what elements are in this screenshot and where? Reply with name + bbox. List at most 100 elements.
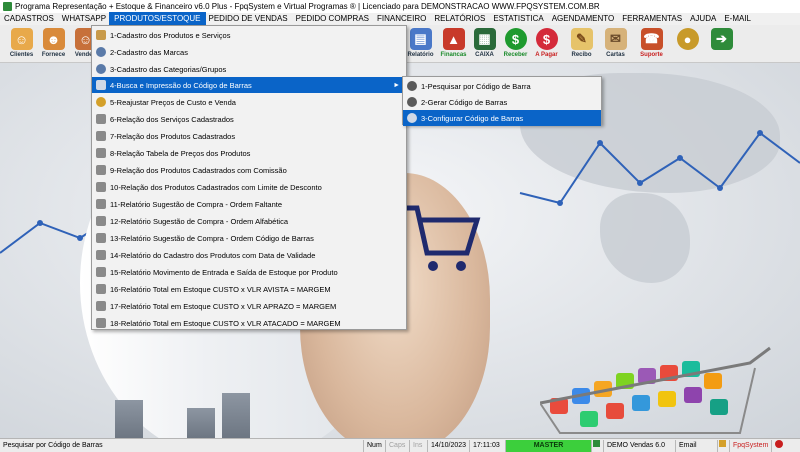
status-num: Num — [364, 439, 386, 452]
menu-item-data-validade[interactable]: 14-Relatório do Cadastro dos Produtos co… — [92, 247, 406, 263]
caixa-button[interactable]: ▦ CAIXA — [469, 25, 500, 61]
status-ins: Ins — [410, 439, 428, 452]
status-time: 17:11:03 — [470, 439, 506, 452]
menu-item-relacao-produtos[interactable]: 7-Relação dos Produtos Cadastrados — [92, 128, 406, 144]
menu-item-label: 10-Relação dos Produtos Cadastrados com … — [110, 182, 322, 192]
menu-item-limite-desconto[interactable]: 10-Relação dos Produtos Cadastrados com … — [92, 179, 406, 195]
menu-item-movimento-estoque[interactable]: 15-Relatório Movimento de Entrada e Saíd… — [92, 264, 406, 280]
letters-icon: ✉ — [604, 28, 627, 50]
pay-money-icon: $ — [535, 28, 558, 50]
menu-item-sugestao-codigo-barras[interactable]: 13-Relatório Sugestão de Compra - Ordem … — [92, 230, 406, 246]
clientes-label: Clientes — [9, 52, 34, 58]
report-icon: ▤ — [409, 28, 432, 50]
recibo-label: Recibo — [571, 52, 592, 58]
fornece-label: Fornece — [41, 52, 66, 58]
menu-item-label: 14-Relatório do Cadastro dos Produtos co… — [110, 250, 316, 260]
suporte-label: Suporte — [640, 52, 663, 58]
relatorio-label: Relatório — [407, 52, 434, 58]
receber-button[interactable]: $ Receber — [500, 25, 531, 61]
menu-pedido-compras[interactable]: PEDIDO COMPRAS — [292, 13, 373, 25]
submenu-item-label: 2-Gerar Código de Barras — [421, 97, 508, 107]
cartas-button[interactable]: ✉ Cartas — [600, 25, 631, 61]
printer-icon — [96, 318, 106, 328]
receive-money-icon: $ — [504, 28, 527, 50]
menu-bar: CADASTROS WHATSAPP PRODUTOS/ESTOQUE PEDI… — [0, 12, 800, 26]
menu-ferramentas[interactable]: FERRAMENTAS — [618, 13, 686, 25]
submenu-item-pesquisar[interactable]: 1-Pesquisar por Código de Barra — [403, 78, 601, 94]
clients-icon: ☺ — [10, 28, 33, 50]
barcode-icon — [96, 80, 106, 90]
status-caps: Caps — [386, 439, 410, 452]
menu-email[interactable]: E-MAIL — [720, 13, 755, 25]
relatorio-button[interactable]: ▤ Relatório — [405, 25, 436, 61]
bar-decoration — [187, 408, 215, 438]
apagar-label: A Pagar — [535, 52, 558, 58]
menu-pedido-de-vendas[interactable]: PEDIDO DE VENDAS — [205, 13, 292, 25]
coins-button[interactable]: ● — [672, 25, 703, 61]
clientes-button[interactable]: ☺ Clientes — [6, 25, 37, 61]
menu-item-total-aprazo[interactable]: 17-Relatório Total em Estoque CUSTO x VL… — [92, 298, 406, 314]
status-bar: Pesquisar por Código de Barras Num Caps … — [0, 438, 800, 452]
status-end-icon — [772, 439, 800, 452]
status-version: DEMO Vendas 6.0 — [604, 439, 676, 452]
produtos-estoque-dropdown: 1-Cadastro dos Produtos e Serviços 2-Cad… — [91, 25, 407, 330]
recibo-button[interactable]: ✎ Recibo — [566, 25, 597, 61]
title-bar: Programa Representação + Estoque & Finan… — [0, 0, 800, 13]
menu-item-tabela-precos[interactable]: 8-Relação Tabela de Preços dos Produtos — [92, 145, 406, 161]
apagar-button[interactable]: $ A Pagar — [531, 25, 562, 61]
menu-item-produtos-comissao[interactable]: 9-Relação dos Produtos Cadastrados com C… — [92, 162, 406, 178]
status-email[interactable]: Email — [676, 439, 718, 452]
menu-item-cadastro-marcas[interactable]: 2-Cadastro das Marcas — [92, 44, 406, 60]
menu-whatsapp[interactable]: WHATSAPP — [58, 13, 110, 25]
printer-icon — [96, 250, 106, 260]
menu-item-label: 17-Relatório Total em Estoque CUSTO x VL… — [110, 301, 337, 311]
menu-item-cadastro-categorias[interactable]: 3-Cadastro das Categorias/Grupos — [92, 61, 406, 77]
menu-item-label: 4-Busca e Impressão do Código de Barras — [110, 80, 252, 90]
suporte-button[interactable]: ☎ Suporte — [636, 25, 667, 61]
exit-button[interactable]: ➔ — [706, 25, 737, 61]
submenu-item-label: 1-Pesquisar por Código de Barra — [421, 81, 531, 91]
submenu-item-configurar[interactable]: 3-Configurar Código de Barras — [403, 110, 601, 126]
submenu-item-gerar[interactable]: 2-Gerar Código de Barras — [403, 94, 601, 110]
menu-item-total-avista[interactable]: 16-Relatório Total em Estoque CUSTO x VL… — [92, 281, 406, 297]
disc-icon — [407, 81, 417, 91]
receipt-icon: ✎ — [570, 28, 593, 50]
menu-item-label: 11-Relatório Sugestão de Compra - Ordem … — [110, 199, 283, 209]
menu-relatorios[interactable]: RELATÓRIOS — [430, 13, 489, 25]
menu-item-relacao-servicos[interactable]: 6-Relação dos Serviços Cadastrados — [92, 111, 406, 127]
printer-icon — [96, 216, 106, 226]
financas-button[interactable]: ▲ Financas — [438, 25, 469, 61]
caixa-label: CAIXA — [475, 52, 494, 58]
menu-item-label: 16-Relatório Total em Estoque CUSTO x VL… — [110, 284, 331, 294]
coin-icon — [96, 97, 106, 107]
box-icon — [96, 30, 106, 40]
menu-ajuda[interactable]: AJUDA — [686, 13, 720, 25]
menu-produtos-estoque[interactable]: PRODUTOS/ESTOQUE — [109, 12, 206, 26]
menu-item-reajustar-precos[interactable]: 5-Reajustar Preços de Custo e Venda — [92, 94, 406, 110]
receber-label: Receber — [503, 52, 528, 58]
printer-icon — [96, 131, 106, 141]
menu-cadastros[interactable]: CADASTROS — [0, 13, 58, 25]
menu-item-sugestao-alfabetica[interactable]: 12-Relatório Sugestão de Compra - Ordem … — [92, 213, 406, 229]
menu-item-cadastro-produtos[interactable]: 1-Cadastro dos Produtos e Serviços — [92, 27, 406, 43]
menu-item-total-atacado[interactable]: 18-Relatório Total em Estoque CUSTO x VL… — [92, 315, 406, 331]
menu-estatistica[interactable]: ESTATISTICA — [489, 13, 547, 25]
coins-icon: ● — [676, 28, 699, 50]
suppliers-icon: ☻ — [42, 28, 65, 50]
printer-icon — [96, 114, 106, 124]
menu-agendamento[interactable]: AGENDAMENTO — [548, 13, 619, 25]
fornece-button[interactable]: ☻ Fornece — [38, 25, 69, 61]
menu-item-busca-codigo-barras[interactable]: 4-Busca e Impressão do Código de Barras … — [92, 77, 406, 93]
app-icon — [3, 2, 12, 11]
finance-icon: ▲ — [442, 28, 465, 50]
shopping-cart-apps — [540, 343, 790, 438]
printer-icon — [96, 284, 106, 294]
menu-item-sugestao-faltante[interactable]: 11-Relatório Sugestão de Compra - Ordem … — [92, 196, 406, 212]
menu-item-label: 1-Cadastro dos Produtos e Serviços — [110, 30, 231, 40]
bar-decoration — [222, 393, 250, 438]
registered-icon — [96, 47, 106, 57]
menu-financeiro[interactable]: FINANCEIRO — [373, 13, 430, 25]
support-icon: ☎ — [640, 28, 663, 50]
disc-icon — [407, 97, 417, 107]
exit-door-icon: ➔ — [710, 28, 733, 50]
